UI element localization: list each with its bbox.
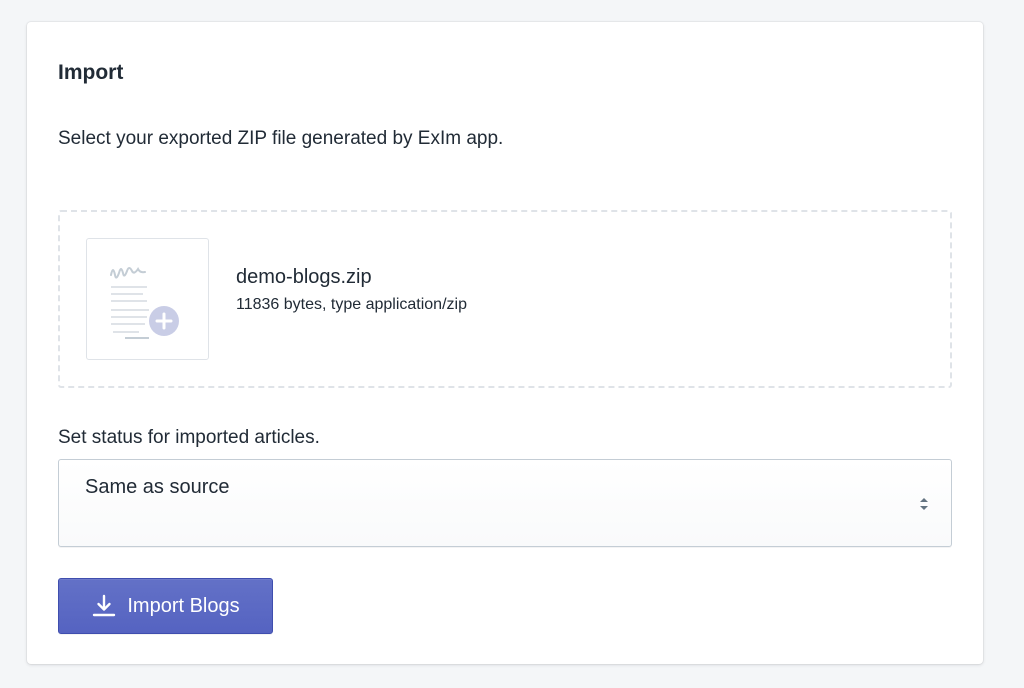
- file-name: demo-blogs.zip: [236, 266, 372, 288]
- import-card: Import Select your exported ZIP file gen…: [27, 22, 983, 664]
- status-label: Set status for imported articles.: [58, 427, 320, 448]
- intro-text: Select your exported ZIP file generated …: [58, 128, 504, 149]
- import-blogs-button[interactable]: Import Blogs: [58, 578, 273, 634]
- file-meta: 11836 bytes, type application/zip: [236, 296, 467, 313]
- download-icon: [93, 594, 116, 617]
- file-upload-icon: [110, 267, 179, 339]
- file-dropzone[interactable]: demo-blogs.zip 11836 bytes, type applica…: [58, 210, 952, 388]
- import-blogs-button-label: Import Blogs: [127, 595, 240, 617]
- file-thumbnail: [86, 238, 209, 360]
- card-title: Import: [58, 61, 124, 84]
- select-arrows-icon: [920, 498, 928, 510]
- status-select-value: Same as source: [85, 476, 230, 498]
- status-select[interactable]: Same as source: [58, 459, 952, 547]
